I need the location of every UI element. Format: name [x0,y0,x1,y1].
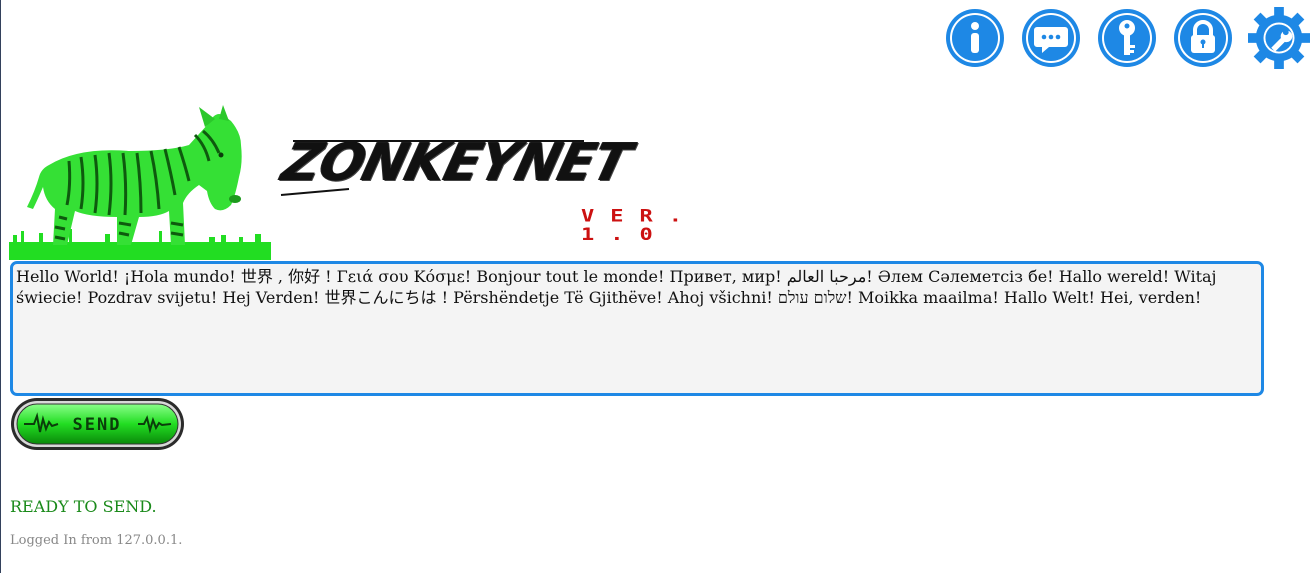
send-button[interactable]: SEND [10,397,185,451]
lock-icon [1174,9,1232,67]
key-icon [1098,9,1156,67]
gear-wrench-icon [1248,7,1310,69]
login-info: Logged In from 127.0.0.1. [10,533,183,548]
version-label: VER. 1.0 [581,207,698,245]
info-button[interactable] [944,7,1006,69]
brand-title: ZONKEYNET [276,133,636,193]
zonkey-mascot-image [9,105,271,260]
info-icon [946,9,1004,67]
key-button[interactable] [1096,7,1158,69]
status-text: READY TO SEND. [10,497,157,516]
chat-button[interactable] [1020,7,1082,69]
send-button-label: SEND [73,415,122,435]
top-toolbar [944,7,1310,69]
app-window: ZONKEYNET VER. 1.0 Hello World! ¡Hola mu… [0,0,1315,573]
settings-button[interactable] [1248,7,1310,69]
logo-banner: ZONKEYNET VER. 1.0 [9,105,789,263]
lock-button[interactable] [1172,7,1234,69]
chat-icon [1022,9,1080,67]
message-input[interactable]: Hello World! ¡Hola mundo! 世界 , 你好 ! Γειά… [10,261,1264,396]
send-button-graphic: SEND [11,398,184,450]
